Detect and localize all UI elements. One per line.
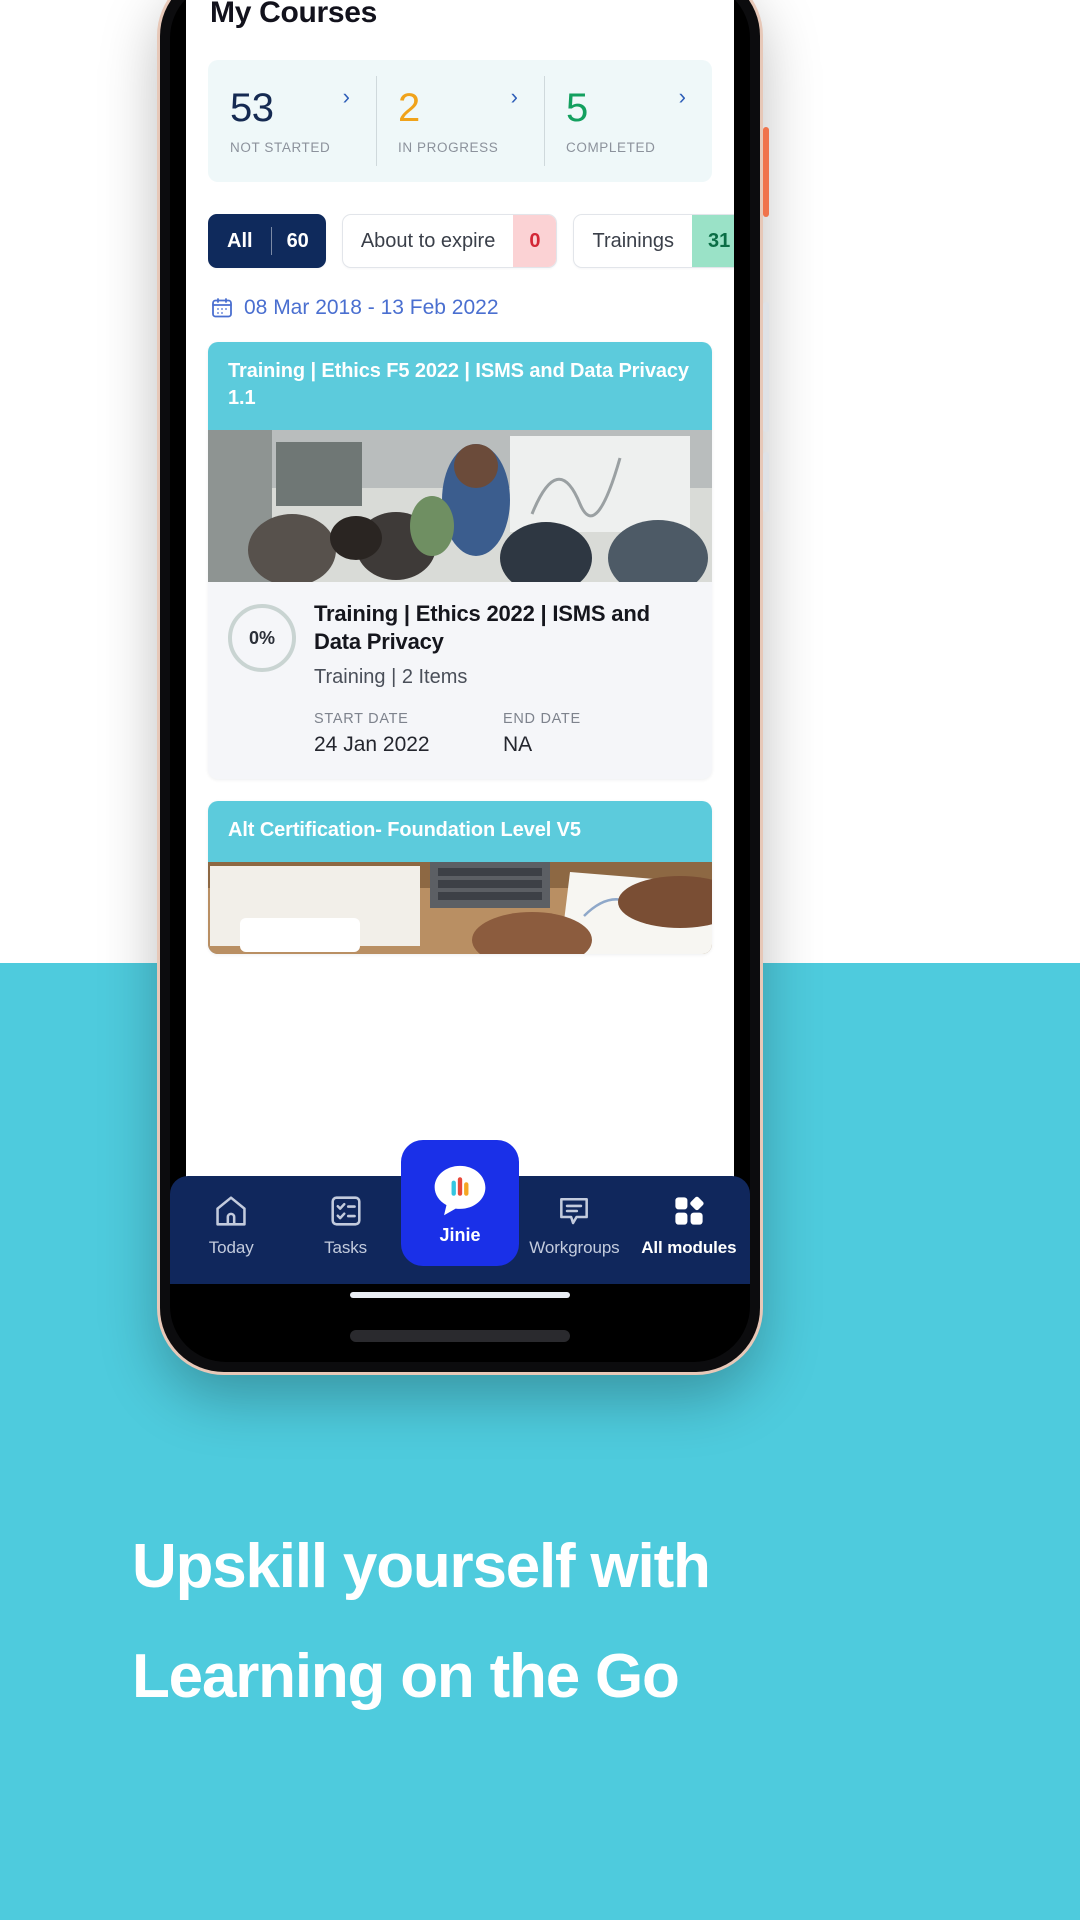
course-thumbnail [208, 862, 712, 955]
start-date-label: START DATE [314, 711, 409, 728]
course-card[interactable]: Training | Ethics F5 2022 | ISMS and Dat… [208, 342, 712, 780]
chevron-right-icon[interactable]: › [679, 86, 686, 108]
nav-label: Jinie [439, 1224, 481, 1245]
course-thumbnail [208, 430, 712, 582]
course-subtitle: Training | 2 Items [314, 666, 468, 689]
checklist-icon [327, 1192, 365, 1230]
stat-value: 5 [566, 85, 588, 130]
nav-item-tasks[interactable]: Tasks [288, 1176, 402, 1258]
nav-label: Tasks [324, 1238, 368, 1257]
course-card[interactable]: Alt Certification- Foundation Level V5 [208, 801, 712, 955]
nav-label: Workgroups [529, 1238, 620, 1257]
android-home-indicator [350, 1292, 570, 1298]
bottom-navigation[interactable]: Today Tasks Workgroups All modules Jinie [170, 1140, 750, 1284]
nav-item-all-modules[interactable]: All modules [632, 1176, 746, 1258]
course-title: Training | Ethics 2022 | ISMS and Data P… [314, 601, 650, 655]
start-date-col: START DATE 24 Jan 2022 [314, 711, 503, 757]
stat-completed[interactable]: 5 COMPLETED › [544, 60, 712, 182]
nav-label: All modules [641, 1238, 737, 1257]
stat-value: 53 [230, 85, 274, 130]
start-date-value: 24 Jan 2022 [314, 733, 430, 757]
filter-chip-trainings[interactable]: Trainings 31 [573, 214, 734, 268]
grid-modules-icon [670, 1192, 708, 1230]
calendar-icon [210, 296, 234, 320]
phone-speaker-chin [350, 1330, 570, 1342]
phone-side-button [763, 452, 769, 512]
nav-item-workgroups[interactable]: Workgroups [517, 1176, 631, 1258]
phone-power-button [763, 302, 769, 432]
end-date-label: END DATE [503, 711, 581, 728]
app-scroll-area[interactable]: My Courses 53 NOT STARTED › 2 IN PROGRES… [186, 0, 734, 1094]
page-title: My Courses [210, 0, 378, 29]
chip-label: Trainings [592, 229, 674, 252]
progress-ring: 0% [228, 604, 296, 672]
stat-value: 2 [398, 85, 420, 130]
nav-item-today[interactable]: Today [174, 1176, 288, 1258]
chevron-right-icon[interactable]: › [511, 86, 518, 108]
date-range-label: 08 Mar 2018 - 13 Feb 2022 [244, 296, 499, 319]
nav-item-jinie[interactable]: Jinie [401, 1140, 519, 1266]
chip-label: About to expire [360, 229, 496, 252]
stat-label: IN PROGRESS [398, 139, 499, 155]
course-card-banner: Alt Certification- Foundation Level V5 [208, 801, 712, 863]
home-icon [212, 1192, 250, 1230]
filter-chip-about-to-expire[interactable]: About to expire 0 [341, 214, 558, 268]
filter-chip-all[interactable]: All 60 [208, 214, 326, 268]
stat-not-started[interactable]: 53 NOT STARTED › [208, 60, 376, 182]
date-range-filter[interactable]: 08 Mar 2018 - 13 Feb 2022 [210, 296, 734, 320]
phone-mockup: My Courses 53 NOT STARTED › 2 IN PROGRES… [160, 0, 769, 1372]
chip-label: All [227, 229, 253, 252]
chevron-right-icon[interactable]: › [343, 86, 350, 108]
filter-chip-row[interactable]: All 60 About to expire 0 Trainings 31 [208, 212, 734, 270]
course-card-body: 0% Training | Ethics 2022 | ISMS and Dat… [208, 582, 712, 779]
phone-screen-frame: My Courses 53 NOT STARTED › 2 IN PROGRES… [170, 0, 750, 1362]
end-date-value: NA [503, 733, 533, 757]
end-date-col: END DATE NA [503, 711, 692, 757]
course-card-banner: Training | Ethics F5 2022 | ISMS and Dat… [208, 342, 712, 430]
marketing-headline: Upskill yourself with Learning on the Go [132, 1512, 952, 1733]
nav-label: Today [208, 1238, 254, 1257]
message-icon [555, 1192, 593, 1230]
poster-page: My Courses 53 NOT STARTED › 2 IN PROGRES… [0, 0, 1080, 1920]
course-dates: START DATE 24 Jan 2022 END DATE NA [314, 711, 692, 757]
jinie-chat-icon [431, 1161, 489, 1219]
stat-label: NOT STARTED [230, 139, 331, 155]
headline-line-2: Learning on the Go [132, 1642, 680, 1712]
course-status-summary: 53 NOT STARTED › 2 IN PROGRESS › 5 COMPL… [208, 60, 712, 182]
chip-count: 31 [691, 215, 734, 267]
app-screen: My Courses 53 NOT STARTED › 2 IN PROGRES… [186, 0, 734, 1284]
chip-count: 0 [513, 215, 557, 267]
phone-volume-button [763, 127, 769, 217]
chip-count: 60 [270, 215, 325, 267]
stat-label: COMPLETED [566, 139, 656, 155]
headline-line-1: Upskill yourself with [132, 1532, 711, 1601]
stat-in-progress[interactable]: 2 IN PROGRESS › [376, 60, 544, 182]
